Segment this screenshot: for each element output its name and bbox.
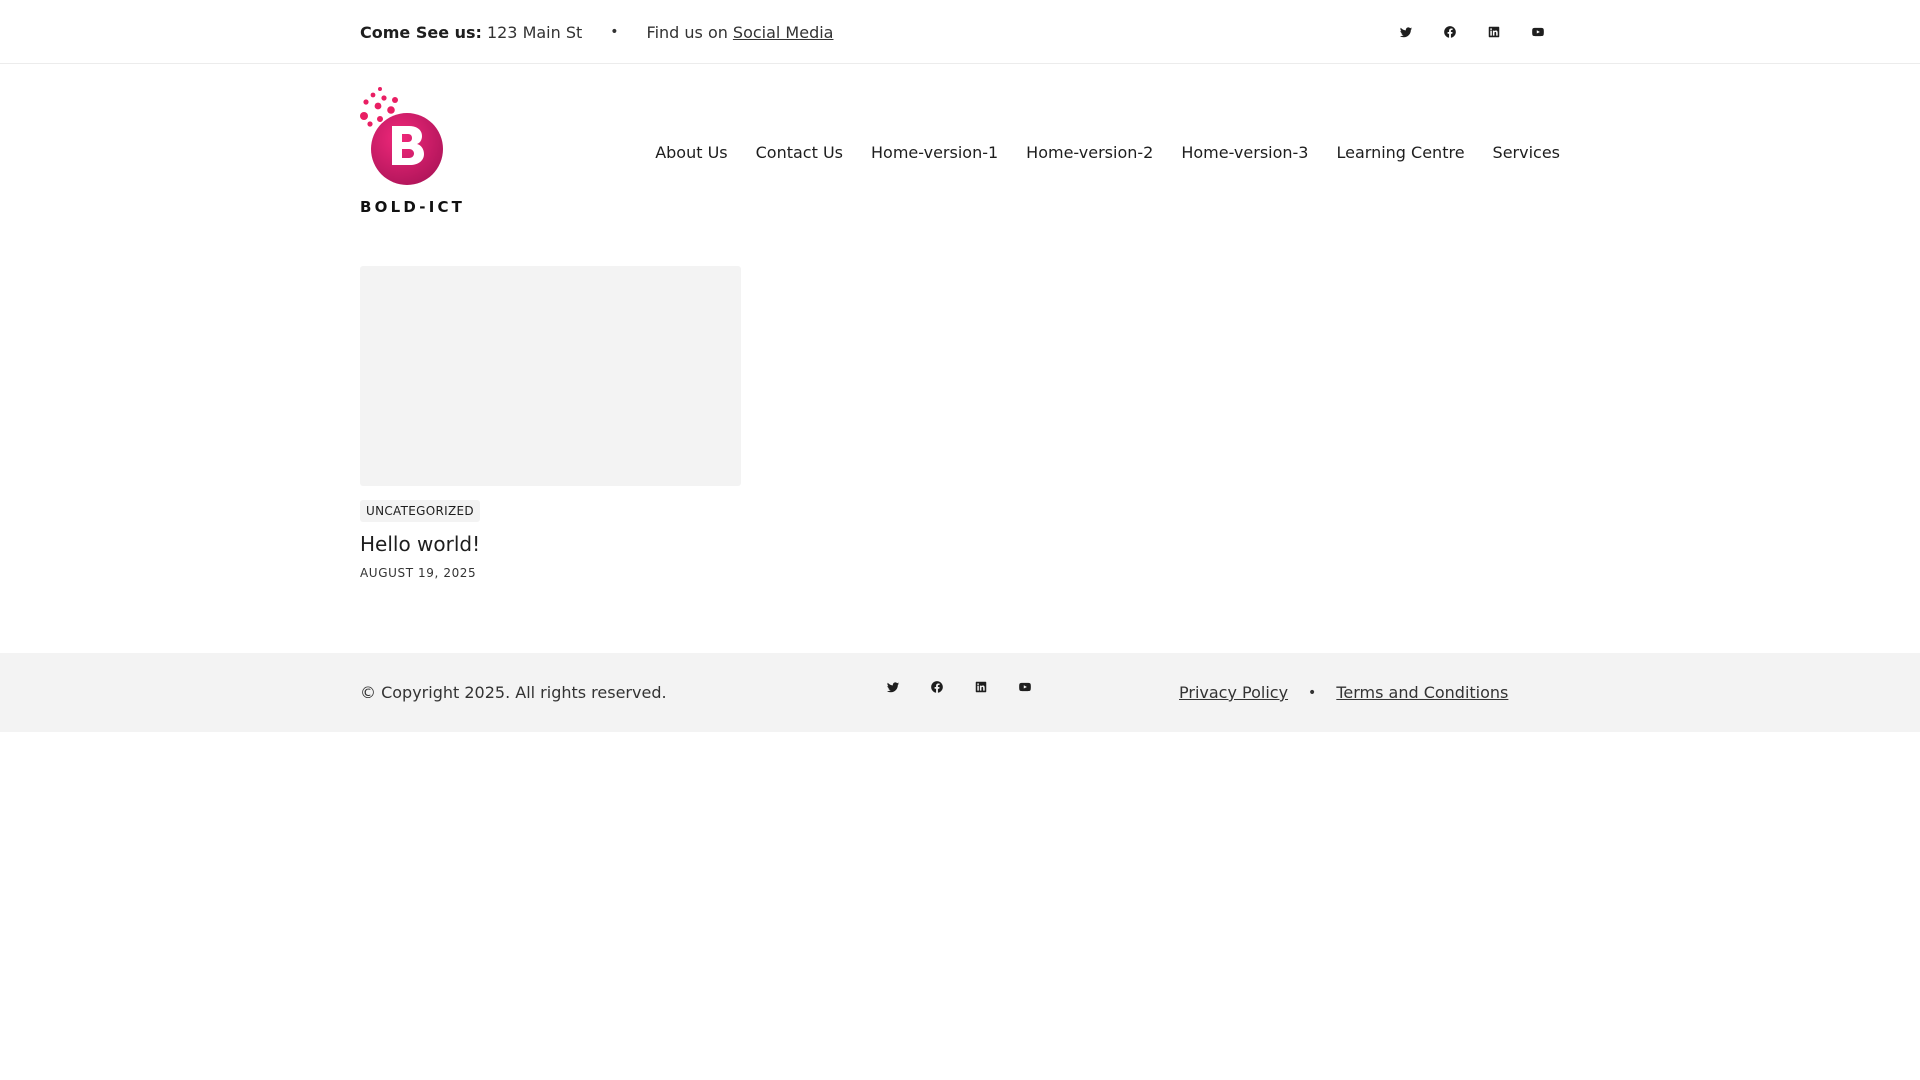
post-category-badge[interactable]: UNCATEGORIZED <box>360 500 480 522</box>
post-card: UNCATEGORIZED Hello world! AUGUST 19, 20… <box>360 266 741 580</box>
privacy-policy-link[interactable]: Privacy Policy <box>1179 683 1288 702</box>
linkedin-icon[interactable] <box>959 675 1003 699</box>
footer-social-icons <box>871 675 1047 699</box>
nav-home-version-1[interactable]: Home-version-1 <box>871 143 998 162</box>
logo-mark-icon <box>360 87 443 185</box>
post-title[interactable]: Hello world! <box>360 532 741 556</box>
separator-dot: • <box>610 24 619 40</box>
top-bar-contact: Come See us: 123 Main St • Find us on So… <box>360 23 833 42</box>
youtube-icon[interactable] <box>1516 20 1560 44</box>
site-header: BOLD-ICT About Us Contact Us Home-versio… <box>360 86 1560 218</box>
nav-learning-centre[interactable]: Learning Centre <box>1336 143 1464 162</box>
post-thumbnail[interactable] <box>360 266 741 486</box>
logo-text: BOLD-ICT <box>360 198 466 216</box>
main-nav: About Us Contact Us Home-version-1 Home-… <box>655 143 1560 162</box>
nav-contact-us[interactable]: Contact Us <box>756 143 843 162</box>
site-logo[interactable]: BOLD-ICT <box>360 86 484 218</box>
footer-inner: © Copyright 2025. All rights reserved. P… <box>360 653 1560 732</box>
nav-about-us[interactable]: About Us <box>655 143 727 162</box>
post-date: AUGUST 19, 2025 <box>360 566 477 580</box>
address: 123 Main St <box>486 22 583 42</box>
nav-services[interactable]: Services <box>1493 143 1560 162</box>
top-bar: Come See us: 123 Main St • Find us on So… <box>0 0 1920 64</box>
facebook-icon[interactable] <box>915 675 959 699</box>
footer-links: Privacy Policy • Terms and Conditions <box>1179 653 1508 732</box>
find-us-text: Find us on <box>646 22 728 42</box>
twitter-icon[interactable] <box>871 675 915 699</box>
linkedin-icon[interactable] <box>1472 20 1516 44</box>
social-media-link[interactable]: Social Media <box>733 23 834 42</box>
visit-label: Come See us: <box>360 22 482 42</box>
copyright-text: © Copyright 2025. All rights reserved. <box>360 683 667 702</box>
site-footer: © Copyright 2025. All rights reserved. P… <box>0 653 1920 732</box>
facebook-icon[interactable] <box>1428 20 1472 44</box>
separator-dot: • <box>1308 684 1317 701</box>
nav-home-version-3[interactable]: Home-version-3 <box>1181 143 1308 162</box>
top-social-icons <box>1384 20 1560 44</box>
top-bar-inner: Come See us: 123 Main St • Find us on So… <box>360 0 1560 64</box>
twitter-icon[interactable] <box>1384 20 1428 44</box>
terms-link[interactable]: Terms and Conditions <box>1336 683 1508 702</box>
nav-home-version-2[interactable]: Home-version-2 <box>1026 143 1153 162</box>
youtube-icon[interactable] <box>1003 675 1047 699</box>
